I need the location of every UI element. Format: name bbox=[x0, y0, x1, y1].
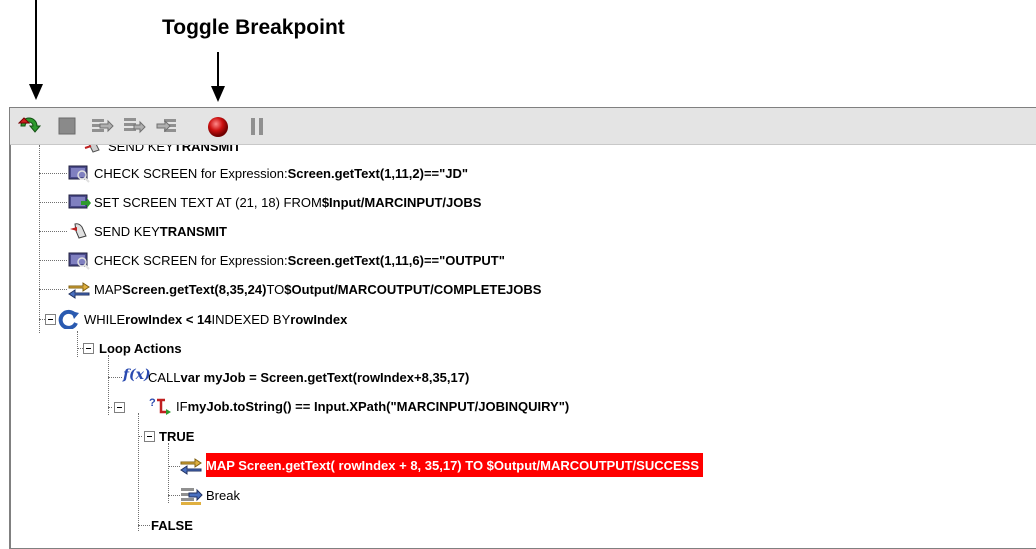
row-prefix: SEND KEY bbox=[94, 223, 160, 239]
tree-line bbox=[39, 289, 67, 290]
tree-row-send-key[interactable]: SEND KEY TRANSMIT bbox=[67, 220, 227, 242]
row-bold: Screen.getText(1,11,6)=="OUTPUT" bbox=[287, 252, 505, 268]
tree-line bbox=[39, 202, 67, 203]
run-icon bbox=[17, 117, 42, 133]
check-screen-icon bbox=[68, 252, 90, 270]
tree-line bbox=[138, 436, 142, 437]
map-icon bbox=[180, 458, 202, 475]
tree-row-break[interactable]: Break bbox=[179, 484, 240, 506]
pause-button[interactable] bbox=[246, 115, 268, 137]
row-bold: var myJob = Screen.getText(rowIndex+8,35… bbox=[180, 369, 470, 385]
row-prefix: CHECK SCREEN for Expression: bbox=[94, 165, 288, 181]
stop-icon bbox=[58, 117, 76, 135]
row-prefix: Break bbox=[206, 487, 240, 503]
tree-row-while-loop[interactable]: WHILE rowIndex < 14 INDEXED BY rowIndex bbox=[57, 308, 347, 330]
toggle-breakpoint-button[interactable] bbox=[206, 115, 228, 137]
row-bold: TRANSMIT bbox=[159, 223, 227, 239]
row-bold2: $Output/MARCOUTPUT/COMPLETEJOBS bbox=[284, 281, 542, 297]
tree-row-call[interactable]: f(x) CALL var myJob = Screen.getText(row… bbox=[123, 366, 469, 388]
tree-line bbox=[77, 331, 78, 357]
row-bold: TRANSMIT bbox=[173, 145, 241, 154]
step-out-button[interactable] bbox=[156, 115, 178, 137]
tree-row-check-screen[interactable]: CHECK SCREEN for Expression: Screen.getT… bbox=[67, 249, 505, 271]
break-icon bbox=[181, 488, 203, 505]
tree-row-if[interactable]: ? IF myJob.toString() == Input.XPath("MA… bbox=[149, 395, 570, 417]
callout-arrow-left bbox=[35, 0, 37, 84]
callout-arrow-breakpoint-head bbox=[211, 86, 225, 102]
step-over-button[interactable] bbox=[122, 115, 146, 137]
while-loop-icon bbox=[58, 309, 79, 329]
row-bold: TRUE bbox=[159, 428, 195, 444]
expand-collapse-toggle[interactable] bbox=[45, 314, 56, 325]
stop-button[interactable] bbox=[56, 115, 78, 137]
row-mid: INDEXED BY bbox=[211, 311, 291, 327]
toggle-breakpoint-callout: Toggle Breakpoint bbox=[162, 16, 345, 39]
tree-line bbox=[138, 413, 139, 531]
tree-row-false[interactable]: FALSE bbox=[151, 514, 193, 536]
tree-line bbox=[108, 407, 112, 408]
tree-row-loop-actions[interactable]: Loop Actions bbox=[99, 337, 182, 359]
row-bold: FALSE bbox=[151, 517, 193, 533]
step-into-icon bbox=[92, 119, 114, 133]
tree-line bbox=[39, 260, 67, 261]
tree-row-set-screen-text[interactable]: SET SCREEN TEXT AT (21, 18) FROM $Input/… bbox=[67, 191, 481, 213]
callout-arrow-left-head bbox=[29, 84, 43, 100]
set-screen-text-icon bbox=[68, 194, 91, 209]
if-icon: ? bbox=[149, 397, 171, 415]
expand-collapse-toggle[interactable] bbox=[144, 431, 155, 442]
row-prefix: SEND KEY bbox=[108, 145, 174, 154]
tree-line bbox=[168, 443, 169, 503]
map-icon bbox=[68, 282, 90, 299]
row-prefix: WHILE bbox=[84, 311, 126, 327]
tree-line bbox=[108, 355, 109, 415]
run-button[interactable] bbox=[17, 115, 42, 137]
check-screen-icon bbox=[68, 165, 90, 183]
row-bold: $Input/MARCINPUT/JOBS bbox=[321, 194, 482, 210]
row-bold: Screen.getText(8,35,24) bbox=[122, 281, 267, 297]
tree-line bbox=[108, 377, 122, 378]
row-prefix: CALL bbox=[148, 369, 181, 385]
debug-toolbar bbox=[10, 108, 1036, 145]
tree-line bbox=[138, 525, 150, 526]
step-into-button[interactable] bbox=[90, 115, 114, 137]
send-key-icon bbox=[84, 145, 100, 153]
tree-row-check-screen[interactable]: CHECK SCREEN for Expression: Screen.getT… bbox=[67, 162, 468, 184]
expand-collapse-toggle[interactable] bbox=[83, 343, 94, 354]
step-out-icon bbox=[156, 119, 176, 133]
tree-line bbox=[39, 173, 67, 174]
function-icon: f(x) bbox=[123, 367, 151, 383]
row-bold: Loop Actions bbox=[99, 340, 182, 356]
row-prefix: MAP bbox=[94, 281, 123, 297]
send-key-icon bbox=[70, 223, 87, 239]
row-bold2: rowIndex bbox=[290, 311, 348, 327]
tree-row-true[interactable]: TRUE bbox=[159, 425, 194, 447]
breakpoint-icon bbox=[208, 117, 228, 137]
row-prefix: IF bbox=[176, 398, 188, 414]
row-bold: Screen.getText(1,11,2)=="JD" bbox=[287, 165, 469, 181]
row-bold: rowIndex < 14 bbox=[125, 311, 212, 327]
row-prefix: CHECK SCREEN for Expression: bbox=[94, 252, 288, 268]
selection-highlight: MAP Screen.getText( rowIndex + 8, 35,17)… bbox=[206, 453, 704, 477]
row-prefix: SET SCREEN TEXT AT (21, 18) FROM bbox=[94, 194, 322, 210]
row-bold: MAP Screen.getText( rowIndex + 8, 35,17)… bbox=[206, 457, 700, 473]
tree-row-map-selected[interactable]: MAP Screen.getText( rowIndex + 8, 35,17)… bbox=[179, 453, 704, 477]
row-mid: TO bbox=[266, 281, 285, 297]
expand-collapse-toggle[interactable] bbox=[114, 402, 125, 413]
action-tree[interactable]: SEND KEY TRANSMIT CHECK SCREEN for Expre… bbox=[10, 145, 1036, 548]
step-over-icon bbox=[124, 118, 146, 134]
debugger-window: SEND KEY TRANSMIT CHECK SCREEN for Expre… bbox=[9, 107, 1036, 549]
row-bold: myJob.toString() == Input.XPath("MARCINP… bbox=[187, 398, 570, 414]
svg-text:?: ? bbox=[149, 397, 156, 409]
callout-arrow-breakpoint bbox=[217, 52, 219, 86]
tree-row-map[interactable]: MAP Screen.getText(8,35,24) TO $Output/M… bbox=[67, 278, 541, 300]
tree-line bbox=[39, 231, 67, 232]
pause-icon bbox=[251, 118, 263, 135]
tree-row-send-key[interactable]: SEND KEY TRANSMIT bbox=[81, 145, 241, 157]
